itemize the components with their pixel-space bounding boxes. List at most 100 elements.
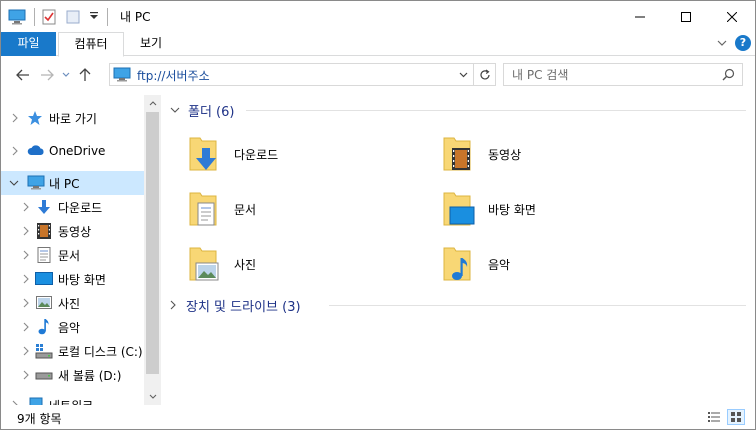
sidebar-item-label: 동영상: [58, 224, 92, 239]
sidebar-item-quick-access[interactable]: 바로 가기: [1, 106, 144, 130]
content-pane: 폴더 (6) 다운로드 동영상 문서 바탕 화면 사진 음악 장치 및 드라이브…: [164, 95, 754, 405]
computer-icon: [113, 67, 131, 85]
minimize-button[interactable]: [617, 1, 663, 32]
sidebar-item-label: 사진: [58, 296, 81, 311]
sidebar-item-music[interactable]: 음악: [1, 315, 144, 339]
sidebar-item-network[interactable]: 네트워크: [1, 393, 144, 405]
desktop-icon: [35, 272, 53, 288]
search-box[interactable]: [503, 63, 743, 86]
forward-button[interactable]: [35, 63, 59, 87]
chevron-right-icon[interactable]: [21, 298, 31, 308]
network-icon: [27, 397, 45, 405]
sidebar-item-videos[interactable]: 동영상: [1, 219, 144, 243]
sidebar-item-onedrive[interactable]: OneDrive: [1, 139, 144, 163]
sidebar-item-label: OneDrive: [49, 144, 106, 158]
group-title: 장치 및 드라이브 (3): [186, 299, 301, 315]
large-icons-view-icon: [731, 412, 741, 422]
chevron-right-icon[interactable]: [21, 202, 31, 212]
documents-folder-icon: [186, 189, 222, 229]
back-button[interactable]: [11, 63, 35, 87]
star-icon: [27, 110, 45, 126]
folder-tile-videos[interactable]: 동영상: [440, 130, 690, 178]
sidebar-item-desktop[interactable]: 바탕 화면: [1, 267, 144, 291]
sidebar-scrollbar[interactable]: [144, 95, 161, 405]
sidebar-item-label: 로컬 디스크 (C:): [58, 344, 143, 359]
chevron-right-icon[interactable]: [21, 250, 31, 260]
tab-computer[interactable]: 컴퓨터: [58, 32, 124, 57]
drive-icon: [35, 369, 53, 385]
address-bar[interactable]: ftp://서버주소: [109, 63, 496, 86]
large-icons-view-button[interactable]: [727, 409, 745, 425]
pictures-folder-icon: [186, 244, 222, 284]
chevron-down-icon: [62, 72, 70, 77]
picture-icon: [36, 296, 54, 312]
folder-tile-pictures[interactable]: 사진: [186, 240, 436, 288]
downloads-folder-icon: [186, 134, 222, 174]
chevron-down-icon: [170, 107, 180, 113]
up-button[interactable]: [73, 63, 97, 87]
download-arrow-icon: [36, 199, 54, 215]
close-icon: [727, 11, 737, 22]
tab-file[interactable]: 파일: [1, 32, 56, 56]
details-view-icon: [708, 412, 720, 422]
devices-group-header[interactable]: 장치 및 드라이브 (3): [170, 295, 301, 315]
properties-icon[interactable]: [41, 9, 59, 25]
chevron-down-icon[interactable]: [9, 178, 19, 188]
windows-drive-icon: [35, 343, 53, 359]
sidebar-item-local-disk-c[interactable]: 로컬 디스크 (C:): [1, 339, 144, 363]
search-icon[interactable]: [722, 68, 735, 84]
search-input[interactable]: [504, 64, 718, 85]
details-view-button[interactable]: [705, 409, 723, 425]
scroll-up-button[interactable]: [144, 95, 161, 112]
recent-locations-button[interactable]: [59, 63, 73, 87]
folder-label: 사진: [234, 257, 257, 272]
refresh-button[interactable]: [473, 64, 495, 85]
minimize-icon: [635, 16, 645, 17]
chevron-right-icon[interactable]: [10, 113, 20, 123]
scroll-thumb[interactable]: [146, 112, 159, 374]
title-bar: 내 PC: [1, 1, 755, 32]
folders-group-header[interactable]: 폴더 (6): [170, 100, 234, 120]
chevron-right-icon[interactable]: [10, 146, 20, 156]
desktop-folder-icon: [440, 189, 476, 229]
refresh-icon: [479, 69, 490, 79]
sidebar-item-label: 네트워크: [49, 397, 93, 406]
quick-access-toolbar: [1, 1, 114, 32]
expand-ribbon-icon[interactable]: [717, 36, 727, 50]
sidebar-item-documents[interactable]: 문서: [1, 243, 144, 267]
address-text[interactable]: ftp://서버주소: [137, 67, 210, 84]
chevron-right-icon[interactable]: [21, 346, 31, 356]
chevron-right-icon[interactable]: [21, 226, 31, 236]
folder-tile-documents[interactable]: 문서: [186, 185, 436, 233]
maximize-button[interactable]: [663, 1, 709, 32]
tab-view[interactable]: 보기: [126, 32, 176, 56]
close-button[interactable]: [709, 1, 755, 32]
chevron-right-icon[interactable]: [21, 322, 31, 332]
chevron-right-icon[interactable]: [21, 274, 31, 284]
new-folder-icon[interactable]: [65, 9, 83, 25]
chevron-right-icon[interactable]: [21, 370, 31, 380]
sidebar-item-pictures[interactable]: 사진: [1, 291, 144, 315]
sidebar-item-volume-d[interactable]: 새 볼륨 (D:): [1, 363, 144, 387]
up-arrow-icon: [79, 68, 91, 81]
sidebar-item-downloads[interactable]: 다운로드: [1, 195, 144, 219]
maximize-icon: [681, 11, 691, 22]
sidebar-item-this-pc[interactable]: 내 PC: [1, 171, 144, 195]
folder-tile-music[interactable]: 음악: [440, 240, 690, 288]
customize-toolbar-icon[interactable]: [89, 10, 99, 24]
computer-icon[interactable]: [8, 9, 26, 25]
folder-tile-downloads[interactable]: 다운로드: [186, 130, 436, 178]
folder-label: 바탕 화면: [488, 202, 536, 217]
item-count: 9개 항목: [17, 412, 62, 426]
address-dropdown-button[interactable]: [455, 64, 471, 85]
navigation-pane: 바로 가기 OneDrive 내 PC 다운로드 동영상 문서 바탕 화면 사진…: [1, 95, 161, 405]
folder-tile-desktop[interactable]: 바탕 화면: [440, 185, 690, 233]
navigation-bar: ftp://서버주소: [1, 57, 755, 93]
scroll-down-button[interactable]: [144, 388, 161, 405]
group-divider: [246, 110, 746, 111]
window-title: 내 PC: [120, 10, 151, 24]
toolbar-separator: [107, 7, 108, 26]
help-button[interactable]: ?: [735, 35, 751, 51]
sidebar-item-label: 새 볼륨 (D:): [58, 368, 122, 383]
cloud-icon: [27, 144, 45, 160]
